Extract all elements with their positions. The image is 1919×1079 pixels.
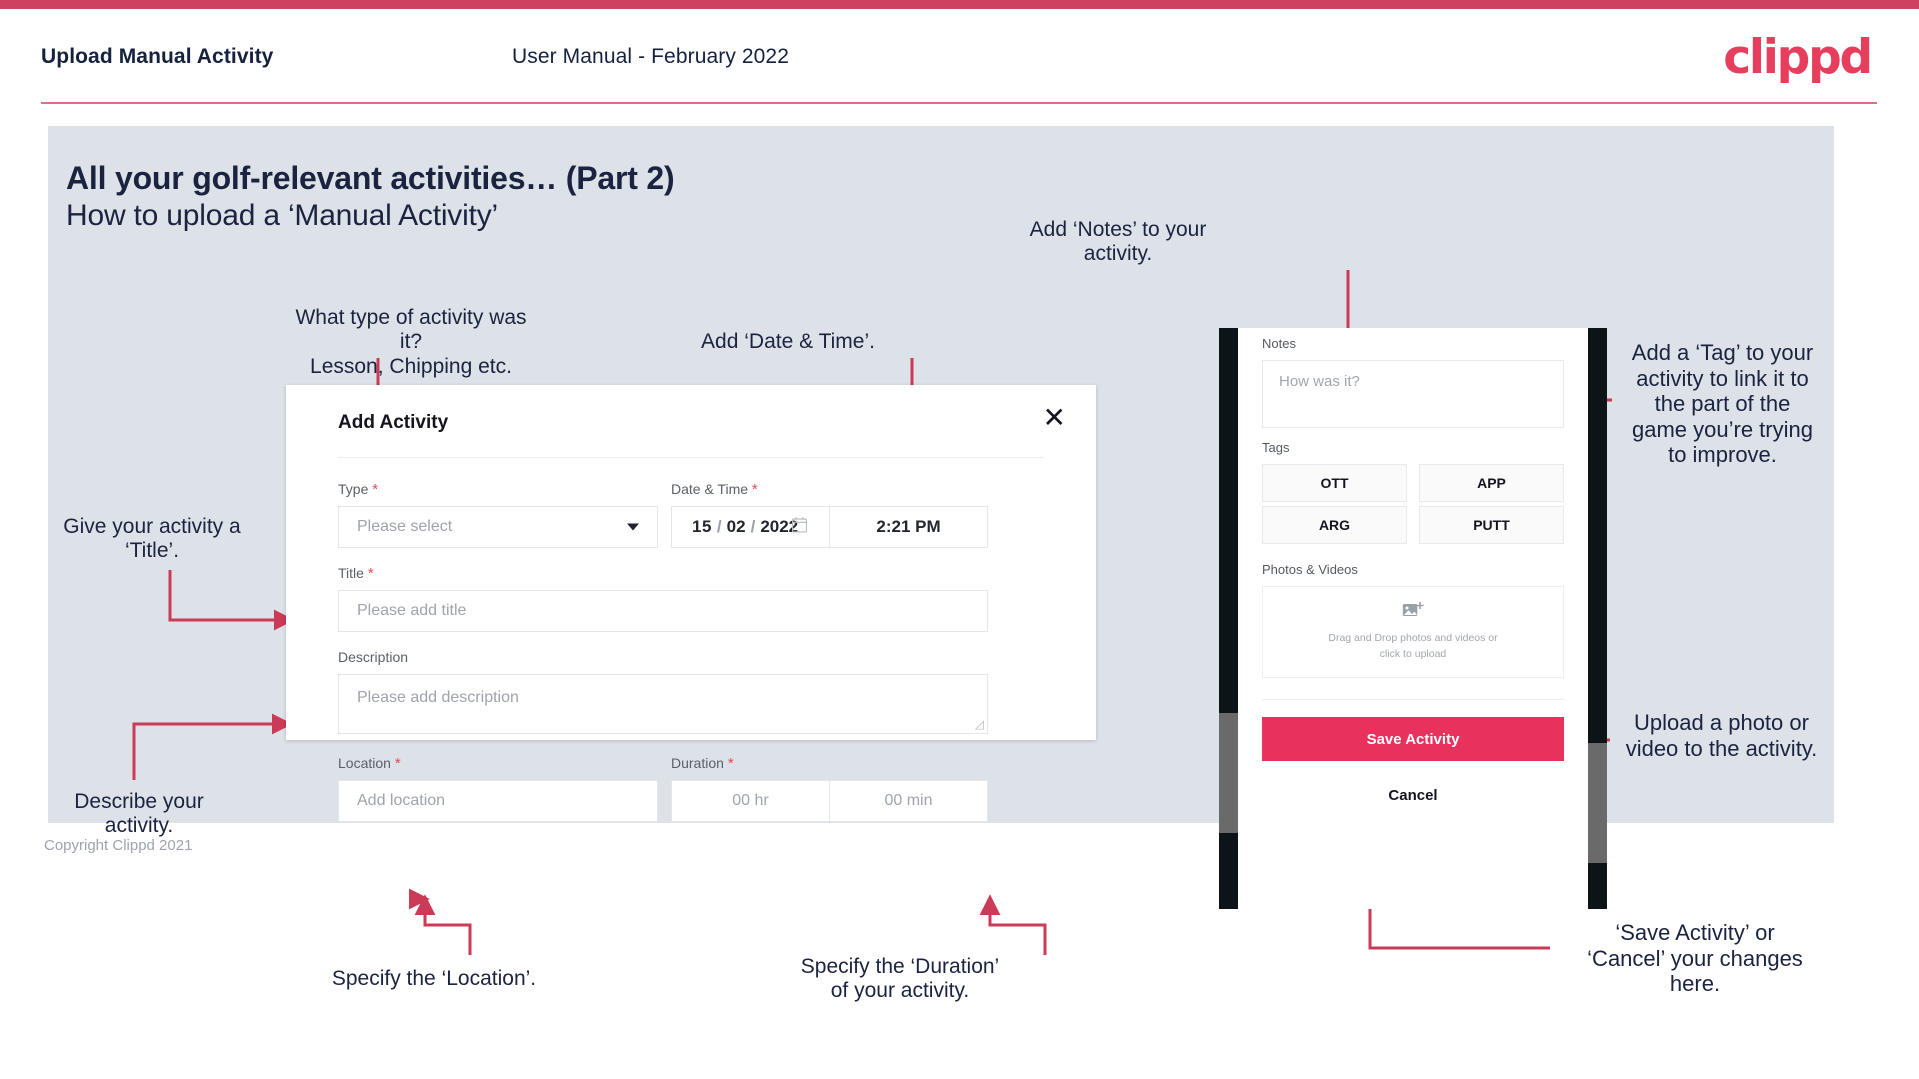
- date-sep-2: /: [750, 517, 756, 536]
- annotation-description: Describe your activity.: [74, 790, 204, 838]
- datetime-label-text: Date & Time: [671, 481, 749, 497]
- annotation-location: Specify the ‘Location’.: [331, 967, 537, 990]
- dialog-title: Add Activity: [338, 412, 449, 433]
- close-icon[interactable]: ✕: [1043, 404, 1066, 432]
- type-label: Type *: [338, 481, 378, 498]
- slide-page: Upload Manual Activity User Manual - Feb…: [0, 0, 1919, 1079]
- datetime-label: Date & Time *: [671, 481, 758, 498]
- resize-handle-icon[interactable]: ◿: [975, 717, 984, 731]
- type-required: *: [372, 481, 379, 498]
- title-label: Title *: [338, 565, 374, 582]
- location-label-text: Location: [338, 755, 391, 771]
- phone-mockup: Notes How was it? Tags OTT APP ARG PUTT …: [1219, 328, 1607, 909]
- duration-label-text: Duration: [671, 755, 724, 771]
- location-required: *: [394, 755, 401, 772]
- duration-hours-input[interactable]: 00 hr: [671, 780, 830, 822]
- top-accent-bar: [0, 0, 1919, 9]
- tag-button-app[interactable]: APP: [1419, 464, 1564, 502]
- notes-placeholder: How was it?: [1279, 373, 1360, 390]
- tag-button-putt[interactable]: PUTT: [1419, 506, 1564, 544]
- dropzone-line-2: click to upload: [1379, 648, 1447, 660]
- notes-textarea[interactable]: How was it?: [1262, 360, 1564, 428]
- duration-minutes-input[interactable]: 00 min: [829, 780, 988, 822]
- dropzone-line-1: Drag and Drop photos and videos or: [1328, 632, 1498, 645]
- header-left-title: Upload Manual Activity: [41, 45, 274, 68]
- annotation-duration: Specify the ‘Duration’ of your activity.: [800, 955, 1000, 1003]
- phone-screen: Notes How was it? Tags OTT APP ARG PUTT …: [1238, 328, 1588, 909]
- clippd-logo: clippd: [1723, 30, 1873, 85]
- phone-side-button-left: [1219, 713, 1238, 833]
- location-label: Location *: [338, 755, 401, 772]
- date-input[interactable]: 15 / 02 / 2022: [671, 506, 830, 548]
- title-input[interactable]: Please add title: [338, 590, 988, 632]
- type-select[interactable]: Please select: [338, 506, 658, 548]
- slide-subheading: How to upload a ‘Manual Activity’: [66, 199, 498, 232]
- duration-hours-placeholder: 00 hr: [732, 792, 769, 809]
- cancel-button[interactable]: Cancel: [1262, 780, 1564, 810]
- footer-copyright: Copyright Clippd 2021: [44, 837, 193, 854]
- title-required: *: [367, 565, 374, 582]
- notes-label: Notes: [1262, 336, 1296, 351]
- header-divider: [41, 102, 1877, 104]
- annotation-save: ‘Save Activity’ or ‘Cancel’ your changes h…: [1587, 920, 1803, 997]
- type-placeholder: Please select: [357, 518, 453, 535]
- location-placeholder: Add location: [357, 792, 446, 809]
- tag-button-ott[interactable]: OTT: [1262, 464, 1407, 502]
- type-label-text: Type: [338, 481, 369, 497]
- slide-heading: All your golf-relevant activities… (Part…: [66, 160, 675, 196]
- tag-button-arg[interactable]: ARG: [1262, 506, 1407, 544]
- duration-minutes-placeholder: 00 min: [884, 792, 933, 809]
- location-input[interactable]: Add location: [338, 780, 658, 822]
- save-activity-button[interactable]: Save Activity: [1262, 717, 1564, 761]
- chevron-down-icon: [627, 523, 639, 531]
- annotation-title: Give your activity a ‘Title’.: [63, 515, 241, 563]
- title-label-text: Title: [338, 565, 364, 581]
- description-label-text: Description: [338, 649, 409, 665]
- time-value: 2:21 PM: [876, 517, 941, 536]
- datetime-required: *: [751, 481, 758, 498]
- dialog-divider: [338, 457, 1044, 458]
- time-input[interactable]: 2:21 PM: [829, 506, 988, 548]
- date-month: 02: [726, 517, 746, 536]
- annotation-datetime: Add ‘Date & Time’.: [701, 330, 875, 353]
- duration-label: Duration *: [671, 755, 734, 772]
- phone-side-button-right: [1588, 743, 1607, 863]
- header-center-title: User Manual - February 2022: [512, 45, 789, 68]
- date-sep-1: /: [716, 517, 722, 536]
- photos-label: Photos & Videos: [1262, 562, 1358, 577]
- title-placeholder: Please add title: [357, 602, 467, 619]
- tags-label: Tags: [1262, 440, 1290, 455]
- annotation-notes: Add ‘Notes’ to your activity.: [1029, 218, 1207, 266]
- calendar-icon[interactable]: [791, 517, 808, 538]
- annotation-photos: Upload a photo or video to the activity.: [1625, 710, 1818, 761]
- description-label: Description: [338, 649, 408, 666]
- duration-required: *: [727, 755, 734, 772]
- annotation-tags: Add a ‘Tag’ to your activity to link it t…: [1631, 340, 1814, 468]
- photo-dropzone[interactable]: Drag and Drop photos and videos or click…: [1262, 586, 1564, 678]
- annotation-type: What type of activity was it? Lesson, Chi…: [295, 306, 527, 378]
- add-image-icon: [1402, 601, 1424, 624]
- description-placeholder: Please add description: [357, 689, 519, 706]
- add-activity-dialog: Add Activity ✕ Type * Please select Date…: [286, 385, 1096, 822]
- description-textarea[interactable]: Please add description ◿: [338, 674, 988, 734]
- phone-divider: [1262, 699, 1564, 700]
- date-day: 15: [692, 517, 712, 536]
